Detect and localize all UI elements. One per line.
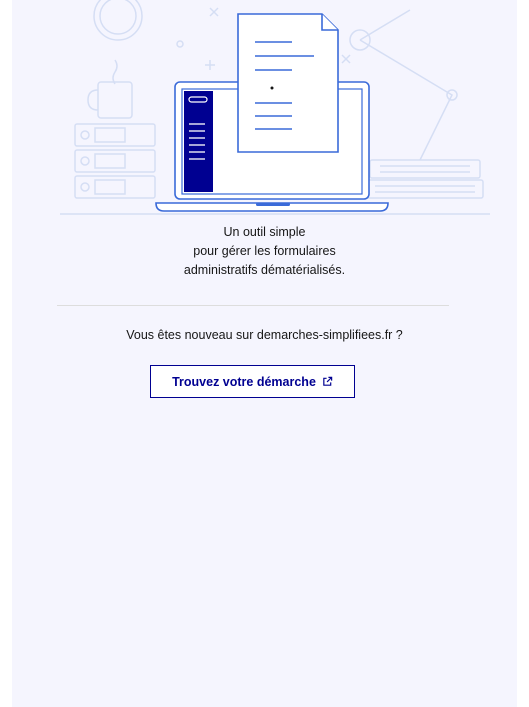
tagline-line: administratifs dématérialisés.	[183, 263, 346, 277]
external-link-icon	[322, 376, 333, 387]
tagline-line: Un outil simple	[223, 225, 306, 239]
tagline-line: pour gérer les formulaires	[193, 244, 336, 258]
find-procedure-button[interactable]: Trouvez votre démarche	[150, 365, 355, 398]
laptop-document-illustration	[60, 0, 490, 215]
section-divider	[57, 305, 449, 306]
new-user-question: Vous êtes nouveau sur demarches-simplifi…	[126, 328, 403, 342]
hero-tagline: Un outil simple pour gérer les formulair…	[12, 223, 517, 280]
mug-decoration	[97, 81, 133, 119]
document-icon	[237, 13, 339, 153]
lamp-decoration	[359, 9, 453, 161]
main-panel: Un outil simple pour gérer les formulair…	[12, 0, 517, 707]
book-stack-right	[369, 159, 481, 179]
find-procedure-label: Trouvez votre démarche	[172, 374, 316, 389]
